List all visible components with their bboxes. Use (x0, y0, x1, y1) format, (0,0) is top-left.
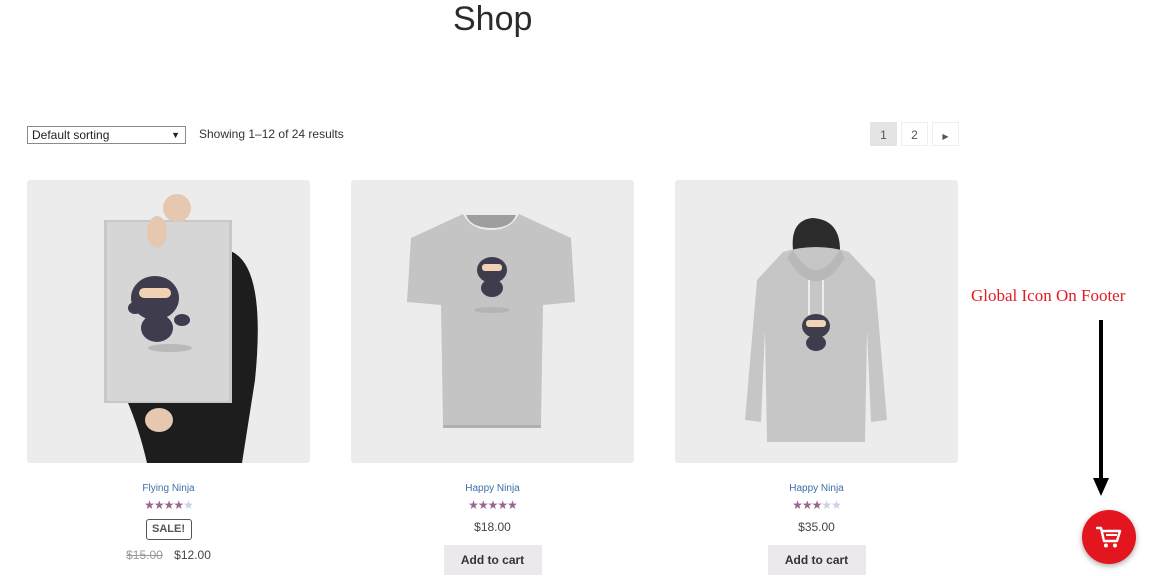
page-title: Shop (453, 0, 533, 38)
chevron-down-icon: ▼ (171, 130, 180, 140)
result-count: Showing 1–12 of 24 results (199, 127, 344, 141)
product-price: $35.00 (798, 520, 835, 534)
product-image-poster[interactable] (27, 180, 310, 463)
sort-select-value: Default sorting (32, 128, 110, 142)
sale-badge: SALE! (145, 519, 192, 540)
cart-icon (1096, 526, 1122, 548)
page-1-button[interactable]: 1 (870, 122, 897, 146)
add-to-cart-button[interactable]: Add to cart (767, 545, 866, 575)
next-page-button[interactable]: ▶ (932, 122, 959, 146)
star-rating: ★★★★★ (351, 498, 634, 512)
tshirt-image (407, 214, 575, 428)
star-icon: ★★★★ (144, 498, 184, 512)
product-name[interactable]: Flying Ninja (27, 483, 310, 494)
product-card: Happy Ninja ★★★★★ $35.00 Add to cart (675, 180, 958, 575)
star-icon: ★★ (821, 498, 841, 512)
product-image-hoodie[interactable] (675, 180, 958, 463)
product-price: $15.00 $12.00 (27, 548, 310, 562)
arrow-down-icon (1093, 478, 1109, 496)
star-icon: ★ (183, 498, 194, 512)
product-name[interactable]: Happy Ninja (675, 483, 958, 494)
sort-select[interactable]: Default sorting ▼ (27, 126, 186, 144)
sale-price: $12.00 (174, 548, 211, 562)
product-price: $18.00 (474, 520, 511, 534)
annotation-arrow-line (1099, 320, 1103, 482)
star-icon: ★★★★★ (468, 498, 518, 512)
add-to-cart-button[interactable]: Add to cart (443, 545, 542, 575)
product-image-tshirt[interactable] (351, 180, 634, 463)
product-card: Happy Ninja ★★★★★ $18.00 Add to cart (351, 180, 634, 575)
poster-image (104, 194, 258, 463)
annotation-label: Global Icon On Footer (971, 286, 1126, 305)
page-2-button[interactable]: 2 (901, 122, 928, 146)
star-icon: ★★★ (792, 498, 822, 512)
star-rating: ★★★★★ (675, 498, 958, 512)
star-rating: ★★★★★ (27, 498, 310, 512)
product-name[interactable]: Happy Ninja (351, 483, 634, 494)
floating-cart-button[interactable] (1082, 510, 1136, 564)
old-price: $15.00 (126, 548, 163, 562)
chevron-right-icon: ▶ (942, 132, 949, 141)
product-card: Flying Ninja ★★★★★ SALE! $15.00 $12.00 (27, 180, 310, 562)
hoodie-image (745, 218, 887, 442)
pagination: 1 2 ▶ (870, 122, 959, 146)
